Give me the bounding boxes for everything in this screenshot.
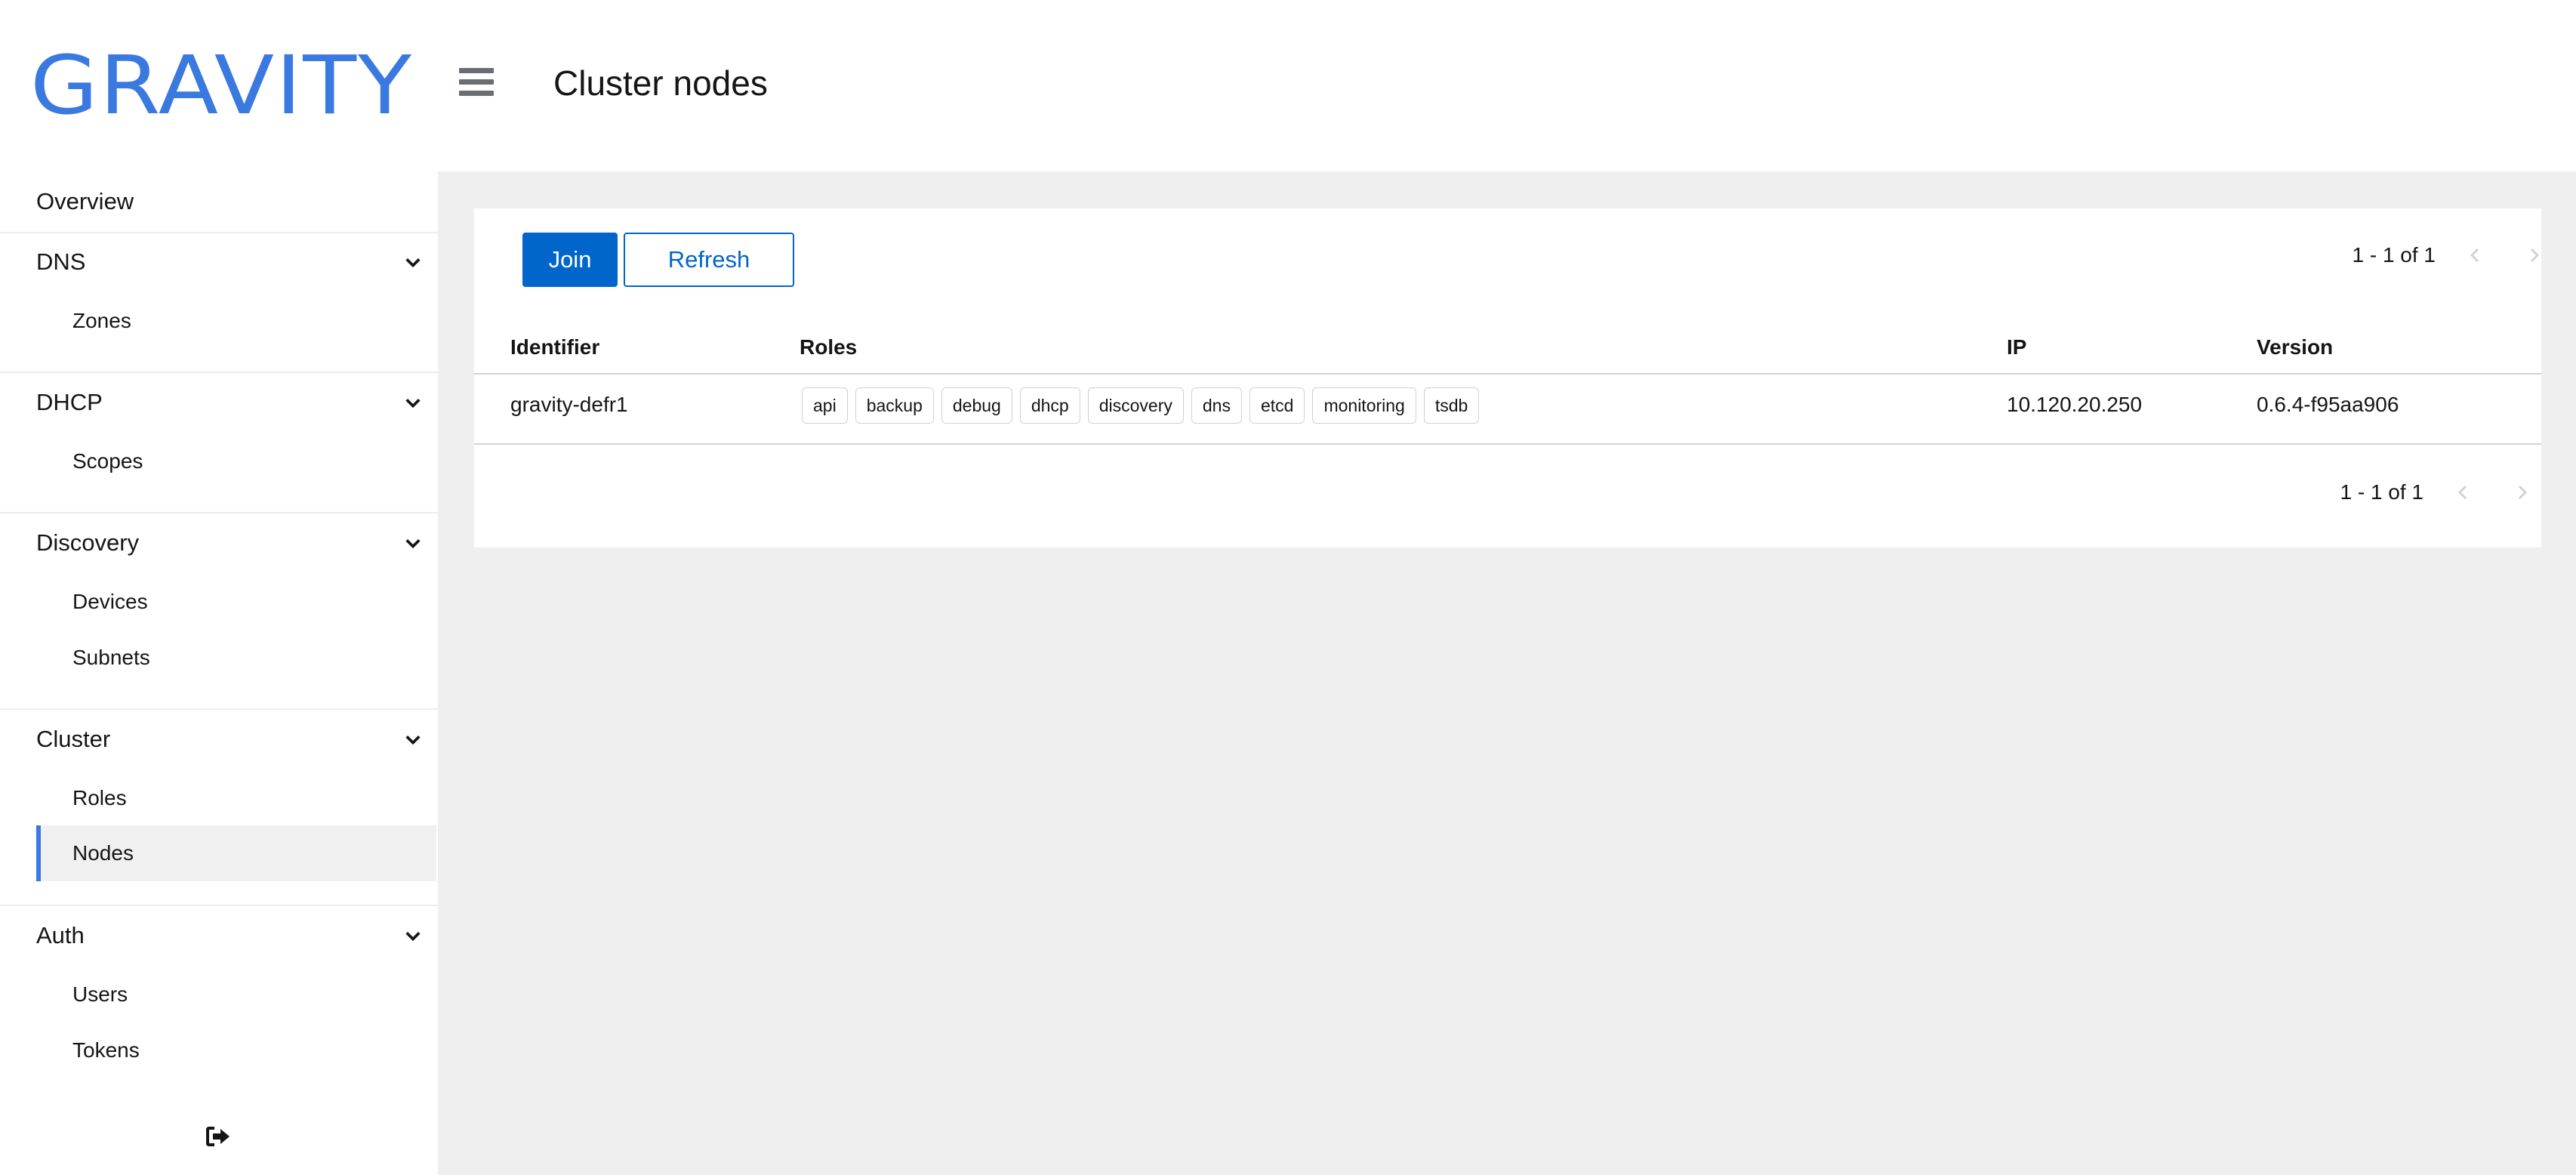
sidebar-group-label: Discovery bbox=[36, 529, 140, 556]
sidebar-group-label: DHCP bbox=[36, 389, 103, 415]
role-chip: backup bbox=[855, 387, 934, 424]
pagination-count: 1 - 1 of 1 bbox=[2352, 243, 2436, 267]
sidebar-divider bbox=[0, 372, 438, 373]
cell-ip: 10.120.20.250 bbox=[2007, 393, 2143, 416]
sidebar-group-cluster[interactable]: Cluster bbox=[36, 720, 421, 758]
refresh-button[interactable]: Refresh bbox=[624, 233, 794, 287]
sidebar-item-users[interactable]: Users bbox=[72, 976, 435, 1013]
page-title: Cluster nodes bbox=[553, 63, 768, 103]
gravity-logo[interactable]: GRAVITY bbox=[30, 45, 413, 126]
sidebar-group-dhcp[interactable]: DHCP bbox=[36, 384, 421, 421]
pagination-bottom: 1 - 1 of 1 bbox=[2274, 473, 2529, 511]
sidebar-item-zones[interactable]: Zones bbox=[72, 302, 435, 340]
sidebar-divider bbox=[0, 232, 438, 233]
cell-roles: api backup debug dhcp discovery dns etcd… bbox=[802, 387, 1480, 425]
role-chip: monitoring bbox=[1312, 387, 1416, 424]
hamburger-menu-icon[interactable] bbox=[459, 68, 494, 97]
role-chip: discovery bbox=[1087, 387, 1184, 424]
sidebar-item-overview[interactable]: Overview bbox=[0, 171, 438, 232]
role-chip: etcd bbox=[1249, 387, 1305, 424]
role-chip: tsdb bbox=[1423, 387, 1480, 424]
sidebar-divider bbox=[0, 905, 438, 906]
sidebar-group-discovery[interactable]: Discovery bbox=[36, 524, 421, 562]
prev-page-icon[interactable] bbox=[2467, 246, 2485, 264]
table-row-divider bbox=[474, 443, 2541, 445]
role-chip: debug bbox=[941, 387, 1012, 424]
chevron-down-icon[interactable] bbox=[405, 394, 421, 411]
sidebar-item-tokens[interactable]: Tokens bbox=[72, 1032, 435, 1069]
logout-icon[interactable] bbox=[205, 1125, 231, 1148]
nodes-card: Join Refresh 1 - 1 of 1 Identifier Roles… bbox=[474, 208, 2541, 547]
sidebar-item-nodes[interactable]: Nodes bbox=[36, 825, 436, 881]
sidebar-item-scopes[interactable]: Scopes bbox=[72, 443, 435, 480]
chevron-down-icon[interactable] bbox=[405, 254, 421, 270]
sidebar-group-label: DNS bbox=[36, 248, 86, 275]
table-header-divider bbox=[474, 373, 2541, 375]
sidebar-item-roles[interactable]: Roles bbox=[72, 779, 435, 817]
sidebar-item-label: Nodes bbox=[72, 841, 134, 865]
next-page-icon[interactable] bbox=[2513, 483, 2531, 501]
sidebar-group-auth[interactable]: Auth bbox=[36, 917, 421, 954]
chevron-down-icon[interactable] bbox=[405, 731, 421, 748]
sidebar-item-subnets[interactable]: Subnets bbox=[72, 639, 435, 677]
page-header: GRAVITY Cluster nodes bbox=[0, 0, 2576, 171]
cell-version: 0.6.4-f95aa906 bbox=[2257, 393, 2399, 416]
sidebar: Overview DNS Zones DHCP Scopes Discovery… bbox=[0, 171, 438, 1175]
pagination-count: 1 - 1 of 1 bbox=[2340, 480, 2423, 504]
join-button[interactable]: Join bbox=[522, 233, 618, 287]
role-chip: api bbox=[802, 387, 848, 424]
chevron-down-icon[interactable] bbox=[405, 535, 421, 551]
prev-page-icon[interactable] bbox=[2454, 483, 2473, 501]
column-header-version[interactable]: Version bbox=[2257, 332, 2333, 362]
next-page-icon[interactable] bbox=[2525, 246, 2543, 264]
sidebar-group-label: Auth bbox=[36, 922, 85, 948]
cell-identifier: gravity-defr1 bbox=[510, 393, 628, 416]
sidebar-group-dns[interactable]: DNS bbox=[36, 243, 421, 281]
pagination-top: 1 - 1 of 1 bbox=[2286, 236, 2541, 274]
role-chip: dns bbox=[1191, 387, 1242, 424]
column-header-ip[interactable]: IP bbox=[2007, 332, 2026, 362]
sidebar-divider bbox=[0, 708, 438, 710]
main-content: Join Refresh 1 - 1 of 1 Identifier Roles… bbox=[438, 171, 2576, 1175]
sidebar-group-label: Cluster bbox=[36, 726, 111, 752]
sidebar-divider bbox=[0, 512, 438, 513]
column-header-identifier[interactable]: Identifier bbox=[510, 332, 599, 362]
column-header-roles[interactable]: Roles bbox=[800, 332, 857, 362]
chevron-down-icon[interactable] bbox=[405, 927, 421, 944]
role-chip: dhcp bbox=[1019, 387, 1080, 424]
sidebar-item-devices[interactable]: Devices bbox=[72, 583, 435, 621]
